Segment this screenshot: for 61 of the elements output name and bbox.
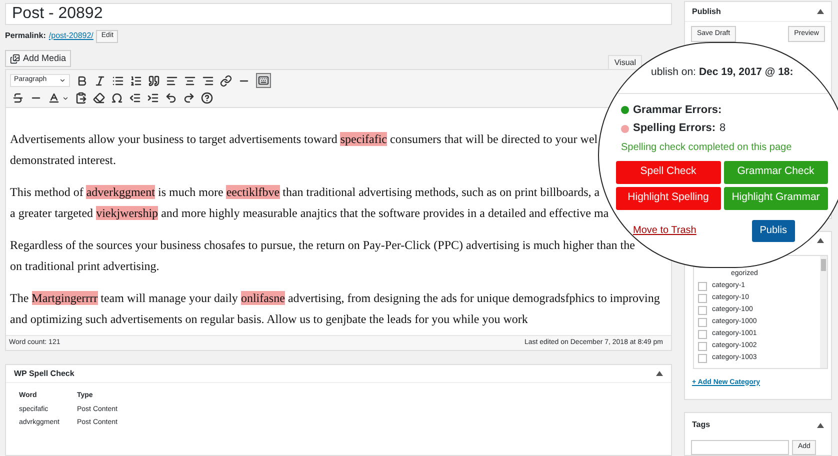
panel-title: WP Spell Check <box>14 368 74 380</box>
add-media-button[interactable]: Add Media <box>5 50 72 67</box>
paragraph-line: and optimizing such advertisements on regular basis. Allow us to genjbate the leads for you while you work <box>10 311 528 328</box>
permalink-link[interactable]: /post-20892/ <box>48 30 94 42</box>
caret-icon[interactable] <box>817 422 824 428</box>
publish-on-label: ublish on: <box>651 65 696 80</box>
editor-tab[interactable]: Visual <box>608 55 642 69</box>
bold-icon[interactable] <box>76 74 88 86</box>
category-checkbox[interactable] <box>698 282 707 291</box>
title-field[interactable]: Post - 20892 <box>5 3 672 25</box>
paragraph-line: This method of adverkggment is much more eectiklfbve than traditional advertising methods, such as on print billboards, a <box>10 184 600 201</box>
paragraph-line: Advertisements allow your business to target advertisements toward specifafic consumers that will be directed to your wel <box>10 131 598 148</box>
error-count-label: Spelling Errors: <box>633 121 716 136</box>
category-checkbox[interactable] <box>698 318 707 327</box>
permalink-label: Permalink: <box>5 30 46 42</box>
action-button[interactable]: Spell Check <box>616 160 720 184</box>
paragraph-line: Regardless of the sources your business chosafes to pursue, the return on Pay-Per-Click (PPC) advertising is much higher than the <box>10 237 635 254</box>
paragraph-line: a greater targeted viekjwership and more highly measurable anajtics that the software provides in a detailed and effective ma <box>10 205 609 222</box>
paste-icon[interactable] <box>75 92 87 104</box>
status-message: Spelling check completed on this page <box>621 140 793 155</box>
bulleted-list-icon[interactable] <box>112 74 124 86</box>
text-color-icon[interactable] <box>48 92 60 104</box>
quote-icon[interactable] <box>148 74 160 86</box>
move-to-trash-link[interactable]: Move to Trash <box>633 223 696 238</box>
paragraph-line: demonstrated interest. <box>10 152 116 169</box>
category-checkbox[interactable] <box>698 294 707 303</box>
align-right-icon[interactable] <box>202 74 214 86</box>
error-count: 8 <box>720 121 726 136</box>
caret-icon[interactable] <box>656 371 663 376</box>
publish-button[interactable]: Publis <box>752 220 795 242</box>
publish-on-date: Dec 19, 2017 @ 18: <box>698 65 794 80</box>
omega-icon[interactable] <box>111 92 123 104</box>
category-checkbox[interactable] <box>698 306 707 315</box>
tag-input[interactable] <box>691 440 789 455</box>
caret-icon[interactable] <box>817 238 824 243</box>
align-left-icon[interactable] <box>166 74 178 86</box>
caret-icon[interactable] <box>817 9 824 14</box>
outdent-icon[interactable] <box>129 92 141 104</box>
dropdown-icon <box>59 77 66 84</box>
panel-title: Publish <box>692 6 721 18</box>
paragraph-line: on traditional print advertising. <box>10 258 160 275</box>
category-checkbox[interactable] <box>698 354 707 363</box>
category-checkbox[interactable] <box>698 330 707 339</box>
undo-icon[interactable] <box>165 92 177 104</box>
italic-icon[interactable] <box>94 74 106 86</box>
error-count-label: Grammar Errors: <box>633 102 722 118</box>
category-checkbox[interactable] <box>698 342 707 351</box>
align-center-icon[interactable] <box>184 74 196 86</box>
help-icon[interactable] <box>201 92 213 104</box>
media-icon <box>10 54 20 64</box>
link-icon[interactable] <box>220 74 232 86</box>
eraser-icon[interactable] <box>93 92 105 104</box>
dropdown-icon[interactable] <box>62 94 69 102</box>
toolbar-toggle-icon[interactable] <box>256 73 271 88</box>
redo-icon[interactable] <box>183 92 195 104</box>
action-button[interactable]: Highlight Spelling <box>616 186 720 210</box>
panel-title: Tags <box>692 419 710 431</box>
strikethrough-icon[interactable] <box>12 92 24 104</box>
indent-icon[interactable] <box>147 92 159 104</box>
numbered-list-icon[interactable] <box>130 74 142 86</box>
paragraph-line: The Martgingerrrr team will manage your daily onlifasne advertising, from designing the ads for unique demogradsfphics to improving <box>10 290 660 307</box>
